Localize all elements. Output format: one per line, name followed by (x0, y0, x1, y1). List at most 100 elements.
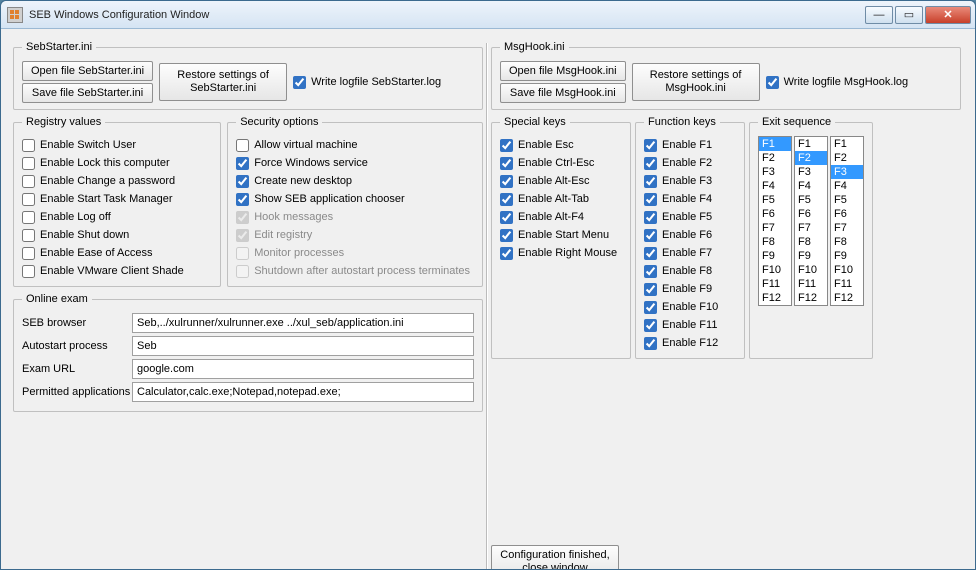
checkbox[interactable] (644, 301, 657, 314)
listbox-item[interactable]: F12 (831, 291, 863, 305)
checkbox[interactable] (500, 157, 513, 170)
listbox-item[interactable]: F3 (759, 165, 791, 179)
checkbox-row[interactable]: Enable Shut down (22, 226, 212, 244)
minimize-button[interactable]: — (865, 6, 893, 24)
listbox-item[interactable]: F9 (831, 249, 863, 263)
permitted-input[interactable] (132, 382, 474, 402)
checkbox[interactable] (644, 157, 657, 170)
checkbox[interactable] (500, 211, 513, 224)
checkbox[interactable] (644, 265, 657, 278)
checkbox-row[interactable]: Enable VMware Client Shade (22, 262, 212, 280)
listbox-item[interactable]: F12 (795, 291, 827, 305)
listbox-item[interactable]: F11 (831, 277, 863, 291)
listbox-item[interactable]: F5 (831, 193, 863, 207)
seb-browser-input[interactable] (132, 313, 474, 333)
listbox-item[interactable]: F8 (759, 235, 791, 249)
listbox-item[interactable]: F2 (831, 151, 863, 165)
write-msghook-log-checkbox[interactable] (766, 76, 779, 89)
checkbox[interactable] (236, 193, 249, 206)
save-sebstarter-button[interactable]: Save file SebStarter.ini (22, 83, 153, 103)
checkbox[interactable] (22, 139, 35, 152)
restore-msghook-button[interactable]: Restore settings of MsgHook.ini (632, 63, 760, 101)
checkbox[interactable] (22, 193, 35, 206)
save-msghook-button[interactable]: Save file MsgHook.ini (500, 83, 626, 103)
listbox-item[interactable]: F4 (759, 179, 791, 193)
maximize-button[interactable]: ▭ (895, 6, 923, 24)
checkbox[interactable] (644, 193, 657, 206)
listbox-item[interactable]: F2 (795, 151, 827, 165)
listbox-item[interactable]: F5 (759, 193, 791, 207)
listbox-item[interactable]: F2 (759, 151, 791, 165)
open-sebstarter-button[interactable]: Open file SebStarter.ini (22, 61, 153, 81)
listbox-item[interactable]: F7 (831, 221, 863, 235)
checkbox[interactable] (236, 175, 249, 188)
checkbox-row[interactable]: Enable Start Menu (500, 226, 622, 244)
checkbox-row[interactable]: Enable F9 (644, 280, 736, 298)
checkbox[interactable] (500, 193, 513, 206)
write-sebstarter-log-checkbox[interactable] (293, 76, 306, 89)
checkbox[interactable] (644, 229, 657, 242)
checkbox-row[interactable]: Enable Alt-Tab (500, 190, 622, 208)
exit-sequence-list-1[interactable]: F1F2F3F4F5F6F7F8F9F10F11F12 (758, 136, 792, 306)
checkbox[interactable] (22, 229, 35, 242)
checkbox-row[interactable]: Enable F8 (644, 262, 736, 280)
listbox-item[interactable]: F3 (795, 165, 827, 179)
checkbox-row[interactable]: Enable F4 (644, 190, 736, 208)
close-button[interactable]: ✕ (925, 6, 971, 24)
checkbox-row[interactable]: Enable F6 (644, 226, 736, 244)
write-msghook-log[interactable]: Write logfile MsgHook.log (766, 73, 909, 91)
checkbox-row[interactable]: Enable F5 (644, 208, 736, 226)
write-sebstarter-log[interactable]: Write logfile SebStarter.log (293, 73, 441, 91)
checkbox[interactable] (22, 175, 35, 188)
checkbox-row[interactable]: Show SEB application chooser (236, 190, 474, 208)
checkbox-row[interactable]: Enable F11 (644, 316, 736, 334)
listbox-item[interactable]: F9 (795, 249, 827, 263)
finish-button[interactable]: Configuration finished, close window (491, 545, 619, 569)
listbox-item[interactable]: F8 (831, 235, 863, 249)
checkbox[interactable] (22, 247, 35, 260)
checkbox-row[interactable]: Enable Ctrl-Esc (500, 154, 622, 172)
listbox-item[interactable]: F10 (759, 263, 791, 277)
checkbox[interactable] (22, 211, 35, 224)
checkbox[interactable] (500, 139, 513, 152)
autostart-input[interactable] (132, 336, 474, 356)
listbox-item[interactable]: F11 (795, 277, 827, 291)
checkbox[interactable] (22, 265, 35, 278)
checkbox[interactable] (236, 139, 249, 152)
checkbox-row[interactable]: Enable Log off (22, 208, 212, 226)
checkbox-row[interactable]: Enable F3 (644, 172, 736, 190)
listbox-item[interactable]: F6 (831, 207, 863, 221)
checkbox-row[interactable]: Enable Lock this computer (22, 154, 212, 172)
checkbox[interactable] (644, 175, 657, 188)
checkbox[interactable] (500, 247, 513, 260)
checkbox-row[interactable]: Enable Alt-Esc (500, 172, 622, 190)
checkbox[interactable] (644, 211, 657, 224)
listbox-item[interactable]: F7 (759, 221, 791, 235)
checkbox-row[interactable]: Enable F10 (644, 298, 736, 316)
checkbox-row[interactable]: Enable Switch User (22, 136, 212, 154)
listbox-item[interactable]: F1 (831, 137, 863, 151)
checkbox[interactable] (500, 175, 513, 188)
checkbox-row[interactable]: Enable F1 (644, 136, 736, 154)
listbox-item[interactable]: F4 (831, 179, 863, 193)
checkbox-row[interactable]: Enable F12 (644, 334, 736, 352)
checkbox-row[interactable]: Force Windows service (236, 154, 474, 172)
listbox-item[interactable]: F12 (759, 291, 791, 305)
checkbox-row[interactable]: Enable Change a password (22, 172, 212, 190)
open-msghook-button[interactable]: Open file MsgHook.ini (500, 61, 626, 81)
checkbox-row[interactable]: Allow virtual machine (236, 136, 474, 154)
exit-sequence-list-3[interactable]: F1F2F3F4F5F6F7F8F9F10F11F12 (830, 136, 864, 306)
listbox-item[interactable]: F1 (795, 137, 827, 151)
checkbox[interactable] (236, 157, 249, 170)
checkbox-row[interactable]: Enable Start Task Manager (22, 190, 212, 208)
checkbox[interactable] (22, 157, 35, 170)
checkbox-row[interactable]: Enable Right Mouse (500, 244, 622, 262)
listbox-item[interactable]: F6 (795, 207, 827, 221)
listbox-item[interactable]: F7 (795, 221, 827, 235)
checkbox[interactable] (500, 229, 513, 242)
checkbox[interactable] (644, 247, 657, 260)
checkbox-row[interactable]: Enable F2 (644, 154, 736, 172)
checkbox[interactable] (644, 139, 657, 152)
listbox-item[interactable]: F11 (759, 277, 791, 291)
exit-sequence-list-2[interactable]: F1F2F3F4F5F6F7F8F9F10F11F12 (794, 136, 828, 306)
